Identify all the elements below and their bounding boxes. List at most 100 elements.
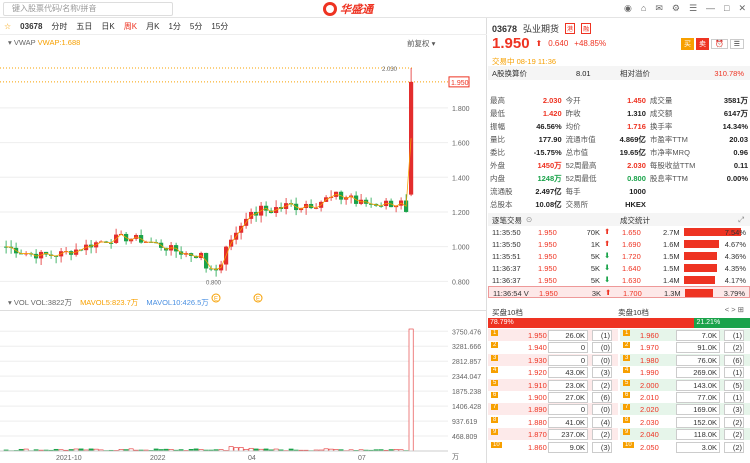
bid-level: 9	[491, 429, 499, 436]
orderbook-row: 3 1.930 0 (0) 3 1.980 76.0K (6)	[488, 353, 750, 366]
bid-count: (3)	[592, 367, 612, 379]
chart-toolbar: ☆ 03678 分时 五日 日K 周K 月K 1分 5分 15分	[0, 18, 487, 35]
star-icon[interactable]: ☆	[4, 22, 11, 31]
stat-value: 14.34%	[722, 122, 748, 131]
stats-row: 总股本 10.08亿 交易所 HKEX	[488, 198, 750, 211]
bid-count: (0)	[592, 354, 612, 366]
settings-icon[interactable]: ⚙	[672, 3, 680, 14]
tab-period-3[interactable]: 周K	[124, 21, 137, 32]
trade-volume: 5K	[590, 252, 600, 261]
quote-code: 03678	[492, 23, 518, 34]
trade-volume: 1K	[590, 240, 600, 249]
tab-ticks[interactable]: 逐笔交易	[492, 215, 522, 226]
tab-period-2[interactable]: 日K	[101, 21, 114, 32]
tab-period-6[interactable]: 5分	[190, 21, 202, 32]
down-arrow-icon: ⬇	[604, 251, 611, 260]
stat-bar	[685, 289, 714, 297]
orderbook-header: 买盘10档 卖盘10档 < > ⊞	[492, 305, 744, 317]
vwap-line	[6, 138, 412, 270]
trades-list: 11:35:50 1.950 70K ⬆ 1.650 2.7M 7.54% 11:…	[488, 226, 750, 298]
stat-value: 20.03	[729, 135, 748, 144]
stat-label: 交易所	[565, 200, 589, 209]
bid-price: 1.950	[528, 331, 547, 340]
bid-count: (0)	[592, 342, 612, 354]
stat-price: 1.630	[622, 276, 641, 285]
price-change: 0.640	[548, 39, 569, 48]
minimize-icon[interactable]: —	[706, 3, 715, 14]
stat-label	[648, 198, 712, 211]
volume-chart[interactable]: 3750.476 3281.666 2812.857 2344.047 1875.238…	[0, 311, 487, 463]
ask-qty: 143.0K	[676, 379, 720, 391]
stat-label: 总市值	[565, 148, 589, 157]
more-icon[interactable]: ☰	[729, 39, 744, 49]
stat-value: 46.56%	[536, 122, 562, 131]
bid-price: 1.890	[528, 405, 547, 415]
lock-icon[interactable]: ⌂	[641, 3, 646, 14]
stat-volume: 1.3M	[664, 289, 681, 298]
bid-price: 1.870	[528, 430, 547, 440]
stat-value: 2.030	[627, 161, 646, 170]
user-icon[interactable]: ◉	[624, 3, 632, 14]
sell-button[interactable]: 卖	[696, 38, 709, 50]
bid-count: (1)	[592, 330, 612, 341]
info-icon[interactable]: ⊙	[526, 215, 532, 224]
trade-row: 11:35:51 1.950 5K ⬇ 1.720 1.5M 4.36%	[488, 250, 750, 262]
bid-price: 1.920	[528, 368, 547, 378]
ask-qty: 77.0K	[676, 391, 720, 403]
quote-pane: 03678 弘业期货 港 融 1.950 ⬆ 0.640 +48.85% 买 卖…	[488, 18, 750, 463]
kline-chart[interactable]: 1.800 1.600 1.400 1.200 1.000 0.800 1.950 2.030…	[0, 48, 487, 310]
chevron-down-icon[interactable]: ▾	[8, 38, 12, 47]
stat-volume: 2.7M	[663, 228, 680, 237]
expand-icon[interactable]: ⤢	[738, 215, 744, 225]
ask-count: (6)	[724, 354, 744, 366]
down-arrow-icon: ⬇	[604, 275, 611, 284]
ask-price: 2.000	[640, 380, 659, 390]
orderbook-row: 4 1.920 43.0K (3) 4 1.990 269.0K (1)	[488, 366, 750, 379]
tab-period-4[interactable]: 月K	[146, 21, 159, 32]
bid-qty: 41.0K	[548, 416, 588, 428]
brand-logo-icon	[323, 2, 337, 16]
menu-icon[interactable]: ☰	[689, 3, 697, 14]
badge-icon-2: 融	[581, 23, 592, 34]
stats-row: 最低 1.420 昨收 1.310 成交额 6147万	[488, 107, 750, 120]
stat-label: 成交额	[649, 109, 673, 118]
mail-icon[interactable]: ✉	[655, 3, 663, 14]
close-icon[interactable]: ✕	[738, 3, 746, 14]
stat-value: 19.65亿	[619, 148, 646, 157]
ask-level: 7	[623, 404, 631, 411]
tab-period-0[interactable]: 分时	[51, 21, 67, 32]
maximize-icon[interactable]: □	[724, 3, 729, 14]
x-tick-label: 04	[248, 455, 256, 462]
alert-icon[interactable]: ⏰	[711, 39, 728, 49]
chevron-down-icon[interactable]: ▾	[8, 298, 12, 307]
buy-button[interactable]: 买	[681, 38, 694, 50]
ask-count: (1)	[724, 391, 744, 403]
stat-label: 均价	[565, 122, 581, 131]
orderbook-controls[interactable]: < > ⊞	[725, 305, 744, 314]
trade-time: 11:36:37	[492, 264, 521, 273]
tab-period-7[interactable]: 15分	[211, 21, 228, 32]
stat-value: 4.869亿	[619, 135, 646, 144]
y-tick-label: 1.800	[452, 106, 470, 113]
stat-value: 2.030	[542, 96, 562, 105]
stat-volume: 1.5M	[663, 264, 680, 273]
stat-label: 内盘	[490, 174, 505, 183]
vol-unit: 万	[452, 453, 459, 461]
tab-trade-stats[interactable]: 成交统计	[620, 215, 650, 226]
stats-row: 外盘 1450万 52周最高 2.030 每股收益TTM 0.11	[488, 159, 750, 172]
ask-price: 2.040	[640, 430, 659, 440]
vol-y-tick: 2812.857	[452, 359, 481, 366]
search-input[interactable]: 键入股票代码/名称/拼音	[3, 2, 173, 16]
trade-volume: 3K	[591, 289, 601, 298]
y-tick-label: 0.800	[452, 279, 470, 286]
bid-qty: 0	[548, 404, 588, 416]
tab-period-1[interactable]: 五日	[76, 21, 92, 32]
trade-time: 11:35:51	[492, 252, 521, 261]
stat-label: 股息率TTM	[649, 174, 688, 183]
stat-price: 1.690	[622, 240, 641, 249]
y-tick-label: 1.200	[452, 210, 470, 217]
y-tick-label: 1.600	[452, 141, 470, 148]
stat-label: 成交量	[649, 96, 673, 105]
orderbook: 1 1.950 26.0K (1) 1 1.960 7.0K (1) 2 1.9…	[488, 329, 750, 453]
tab-period-5[interactable]: 1分	[168, 21, 180, 32]
